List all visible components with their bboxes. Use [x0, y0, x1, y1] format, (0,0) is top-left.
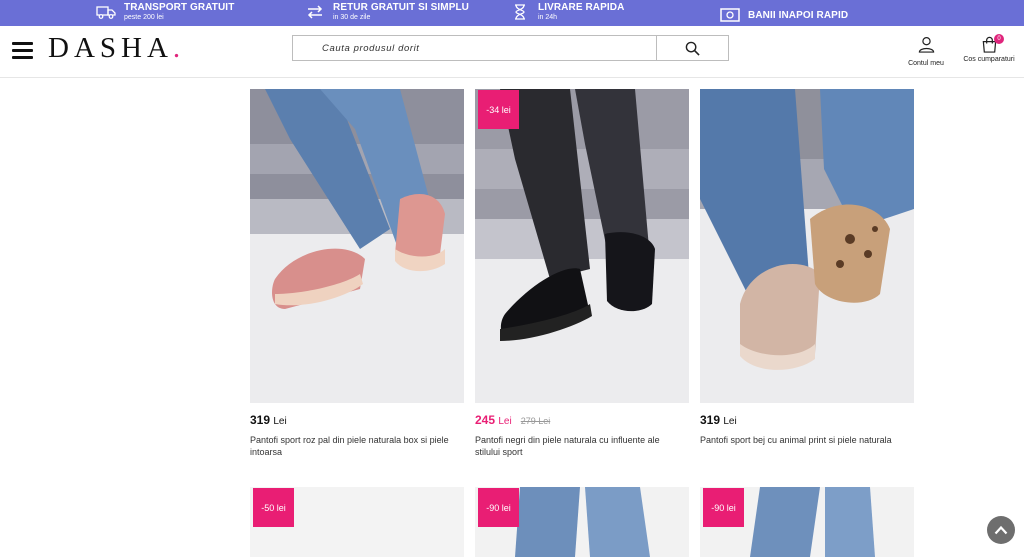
scroll-to-top-button[interactable] [987, 516, 1015, 544]
cart-label: Cos cumparaturi [963, 56, 1015, 63]
perk-subtitle: in 30 de zile [333, 14, 371, 21]
product-name[interactable]: Pantofi negri din piele naturala cu infl… [475, 434, 685, 458]
perk-delivery: LIVRARE RAPIDA in 24h [510, 2, 624, 22]
product-price: 319 Lei [700, 413, 914, 427]
price-value: 319 [250, 413, 271, 427]
product-image[interactable]: -90 lei [475, 487, 689, 557]
product-image[interactable]: -34 lei [475, 89, 689, 403]
product-card[interactable]: -90 lei [475, 487, 689, 557]
product-price: 245 Lei 279 Lei [475, 413, 689, 427]
old-price: 279 Lei [520, 416, 551, 426]
site-logo[interactable]: DASHA. [48, 33, 185, 63]
perk-transport: TRANSPORT GRATUIT peste 200 lei [96, 2, 234, 22]
perk-subtitle: peste 200 lei [124, 14, 164, 21]
product-photo-black-sneakers [475, 89, 689, 403]
search-button[interactable] [656, 36, 728, 60]
promo-bar: TRANSPORT GRATUIT peste 200 lei RETUR GR… [0, 0, 1024, 26]
discount-badge: -34 lei [478, 90, 519, 129]
price-currency: Lei [273, 416, 287, 427]
product-card[interactable]: -50 lei [250, 487, 464, 557]
site-header: DASHA. Contul meu 0 Cos cumparaturi [0, 26, 1024, 78]
perk-subtitle: in 24h [538, 14, 558, 21]
product-price: 319 Lei [250, 413, 464, 427]
account-button[interactable]: Contul meu [905, 36, 947, 67]
product-image[interactable] [250, 89, 464, 403]
perk-title: LIVRARE RAPIDA [538, 2, 625, 13]
product-card[interactable]: -90 lei [700, 487, 914, 557]
product-photo-pink-sneakers [250, 89, 464, 403]
product-name[interactable]: Pantofi sport roz pal din piele naturala… [250, 434, 460, 458]
logo-dot: . [172, 32, 186, 64]
product-image[interactable]: -90 lei [700, 487, 914, 557]
cart-count-badge: 0 [994, 34, 1004, 44]
product-card[interactable]: -34 lei 245 Lei 279 Lei Pantofi negri din… [475, 89, 689, 458]
price-currency: Lei [723, 416, 737, 427]
banknote-icon [720, 8, 740, 22]
hourglass-icon [515, 4, 525, 20]
product-card[interactable]: 319 Lei Pantofi sport roz pal din piele … [250, 89, 464, 458]
perk-title: TRANSPORT GRATUIT [124, 2, 235, 13]
cart-button[interactable]: 0 Cos cumparaturi [960, 34, 1018, 63]
product-card[interactable]: 319 Lei Pantofi sport bej cu animal prin… [700, 89, 914, 446]
truck-icon [96, 6, 116, 19]
discount-badge: -50 lei [253, 488, 294, 527]
product-photo-beige-animal-print-sneakers [700, 89, 914, 403]
discount-badge: -90 lei [478, 488, 519, 527]
account-label: Contul meu [908, 60, 944, 67]
perk-return: RETUR GRATUIT SI SIMPLU in 30 de zile [305, 2, 469, 22]
perk-money-back: BANII INAPOI RAPID [720, 6, 848, 24]
product-name[interactable]: Pantofi sport bej cu animal print si pie… [700, 434, 910, 446]
perk-title: BANII INAPOI RAPID [748, 9, 849, 21]
search-box [292, 35, 729, 61]
discount-badge: -90 lei [703, 488, 744, 527]
swap-arrows-icon [307, 5, 323, 19]
chevron-up-icon [994, 525, 1008, 535]
price-value: 245 [475, 413, 496, 427]
perk-title: RETUR GRATUIT SI SIMPLU [333, 2, 470, 13]
search-icon [685, 41, 700, 56]
product-image[interactable] [700, 89, 914, 403]
product-image[interactable]: -50 lei [250, 487, 464, 557]
price-currency: Lei [498, 416, 512, 427]
logo-text: DASHA [48, 32, 173, 64]
user-icon [918, 36, 934, 53]
search-input[interactable] [293, 36, 656, 60]
price-value: 319 [700, 413, 721, 427]
menu-hamburger-icon[interactable] [12, 42, 33, 59]
